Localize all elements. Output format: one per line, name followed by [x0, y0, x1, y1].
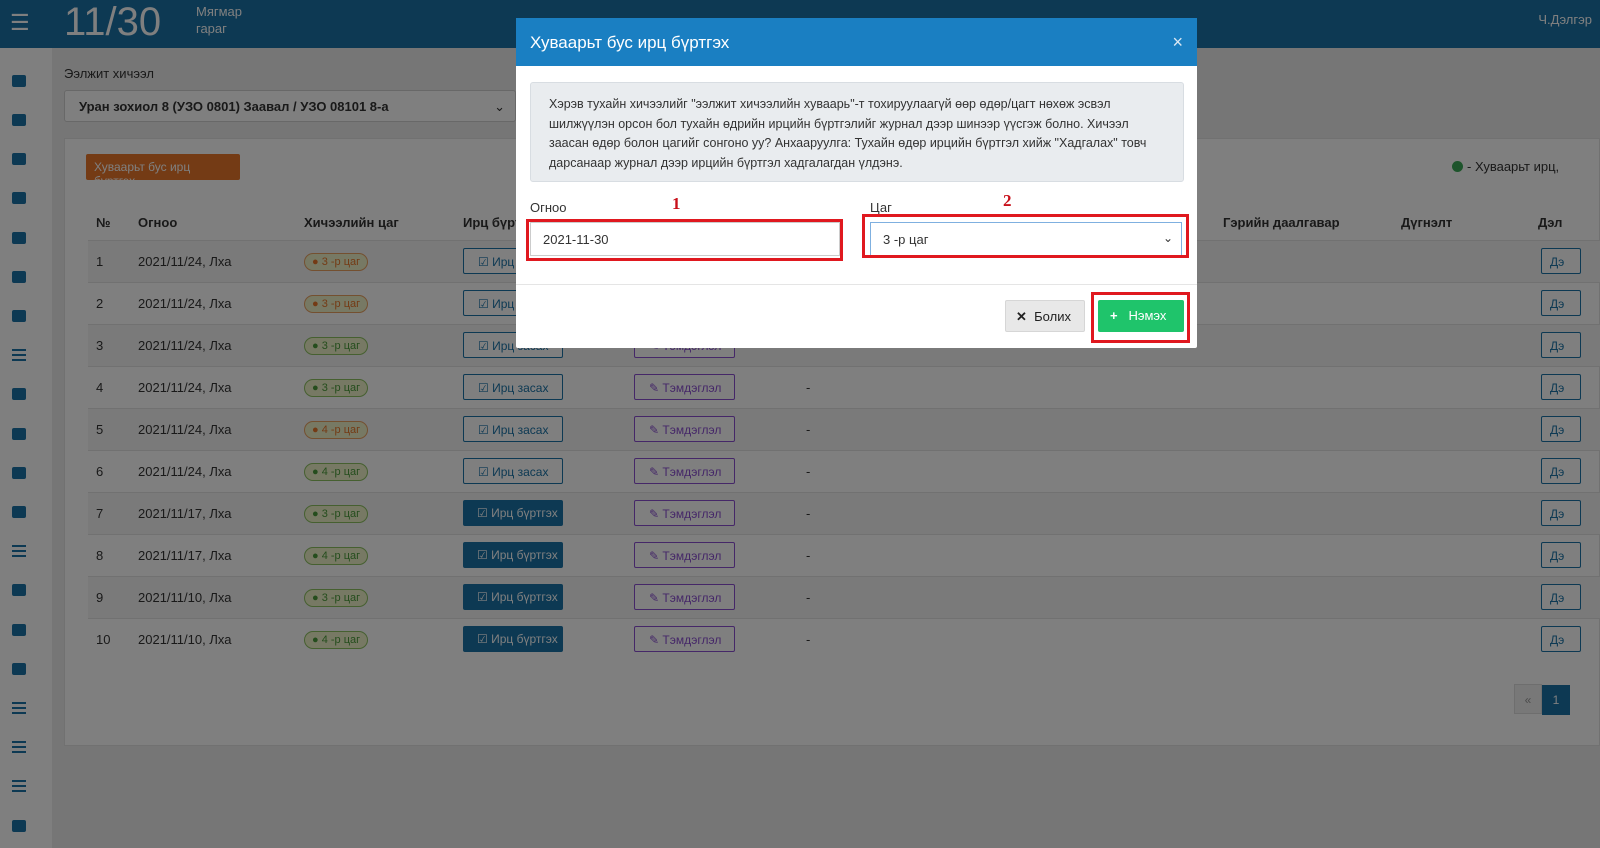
cancel-label: Болих: [1034, 309, 1071, 324]
time-field-label: Цаг: [870, 200, 892, 215]
annotation-box-3: [1091, 292, 1190, 343]
modal-header: Хуваарьт бус ирц бүртгэх ×: [516, 18, 1197, 66]
cancel-button[interactable]: ✕ Болих: [1005, 300, 1085, 332]
annotation-number-2: 2: [1003, 191, 1012, 210]
date-field-label: Огноо: [530, 200, 567, 215]
modal-title: Хуваарьт бус ирц бүртгэх: [530, 33, 730, 52]
annotation-box-2: [862, 214, 1189, 258]
info-alert: Хэрэв тухайн хичээлийг "ээлжит хичээлийн…: [530, 82, 1184, 182]
annotation-box-1: [526, 219, 843, 261]
close-icon: ✕: [1016, 309, 1027, 324]
annotation-number-1: 1: [672, 194, 681, 213]
modal-divider: [516, 284, 1197, 285]
close-icon[interactable]: ×: [1172, 32, 1183, 53]
